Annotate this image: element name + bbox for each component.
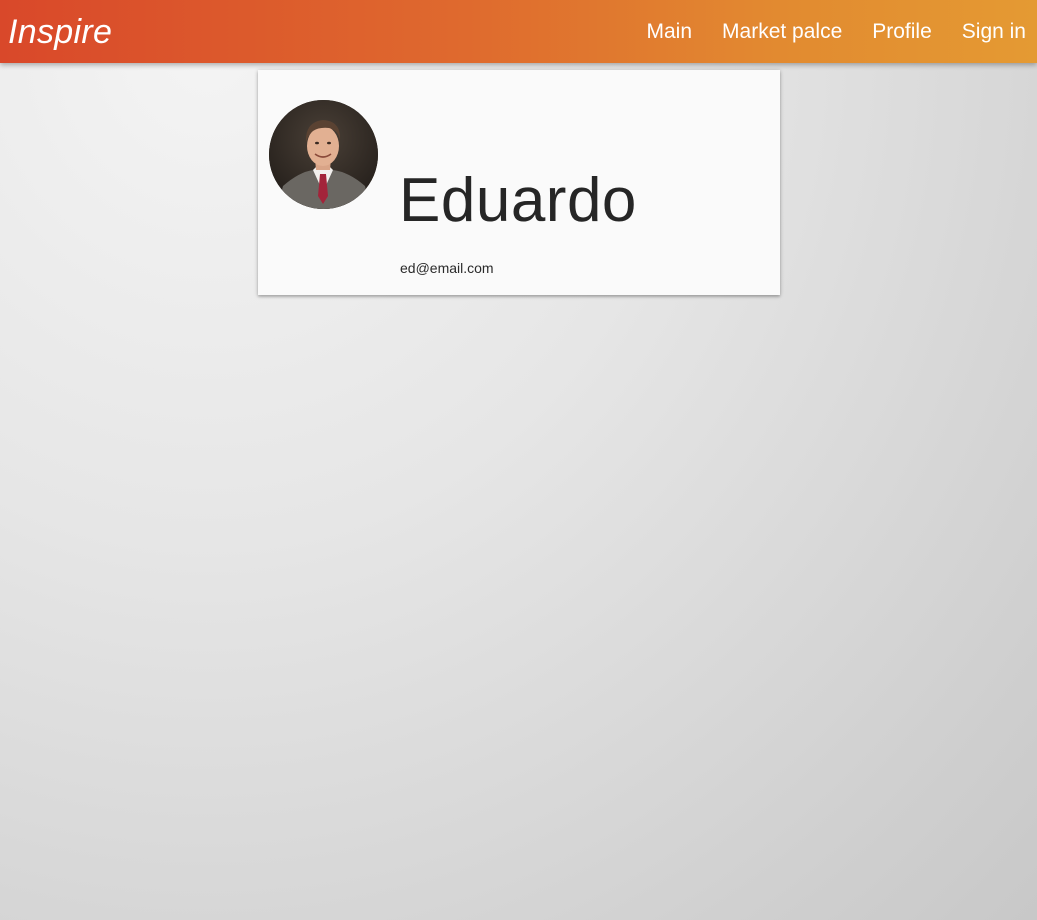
nav-link-sign-in[interactable]: Sign in [962, 21, 1026, 42]
avatar [269, 100, 378, 209]
top-navbar: Inspire Main Market palce Profile Sign i… [0, 0, 1037, 63]
nav-link-main[interactable]: Main [647, 21, 693, 42]
nav-link-marketplace[interactable]: Market palce [722, 21, 842, 42]
nav-link-profile[interactable]: Profile [872, 21, 932, 42]
profile-card: Eduardo ed@email.com [258, 70, 780, 295]
profile-name: Eduardo [399, 166, 637, 235]
brand-logo[interactable]: Inspire [8, 15, 112, 49]
person-photo-icon [269, 100, 378, 209]
nav-links: Main Market palce Profile Sign in [617, 21, 1027, 42]
profile-email: ed@email.com [400, 260, 494, 276]
